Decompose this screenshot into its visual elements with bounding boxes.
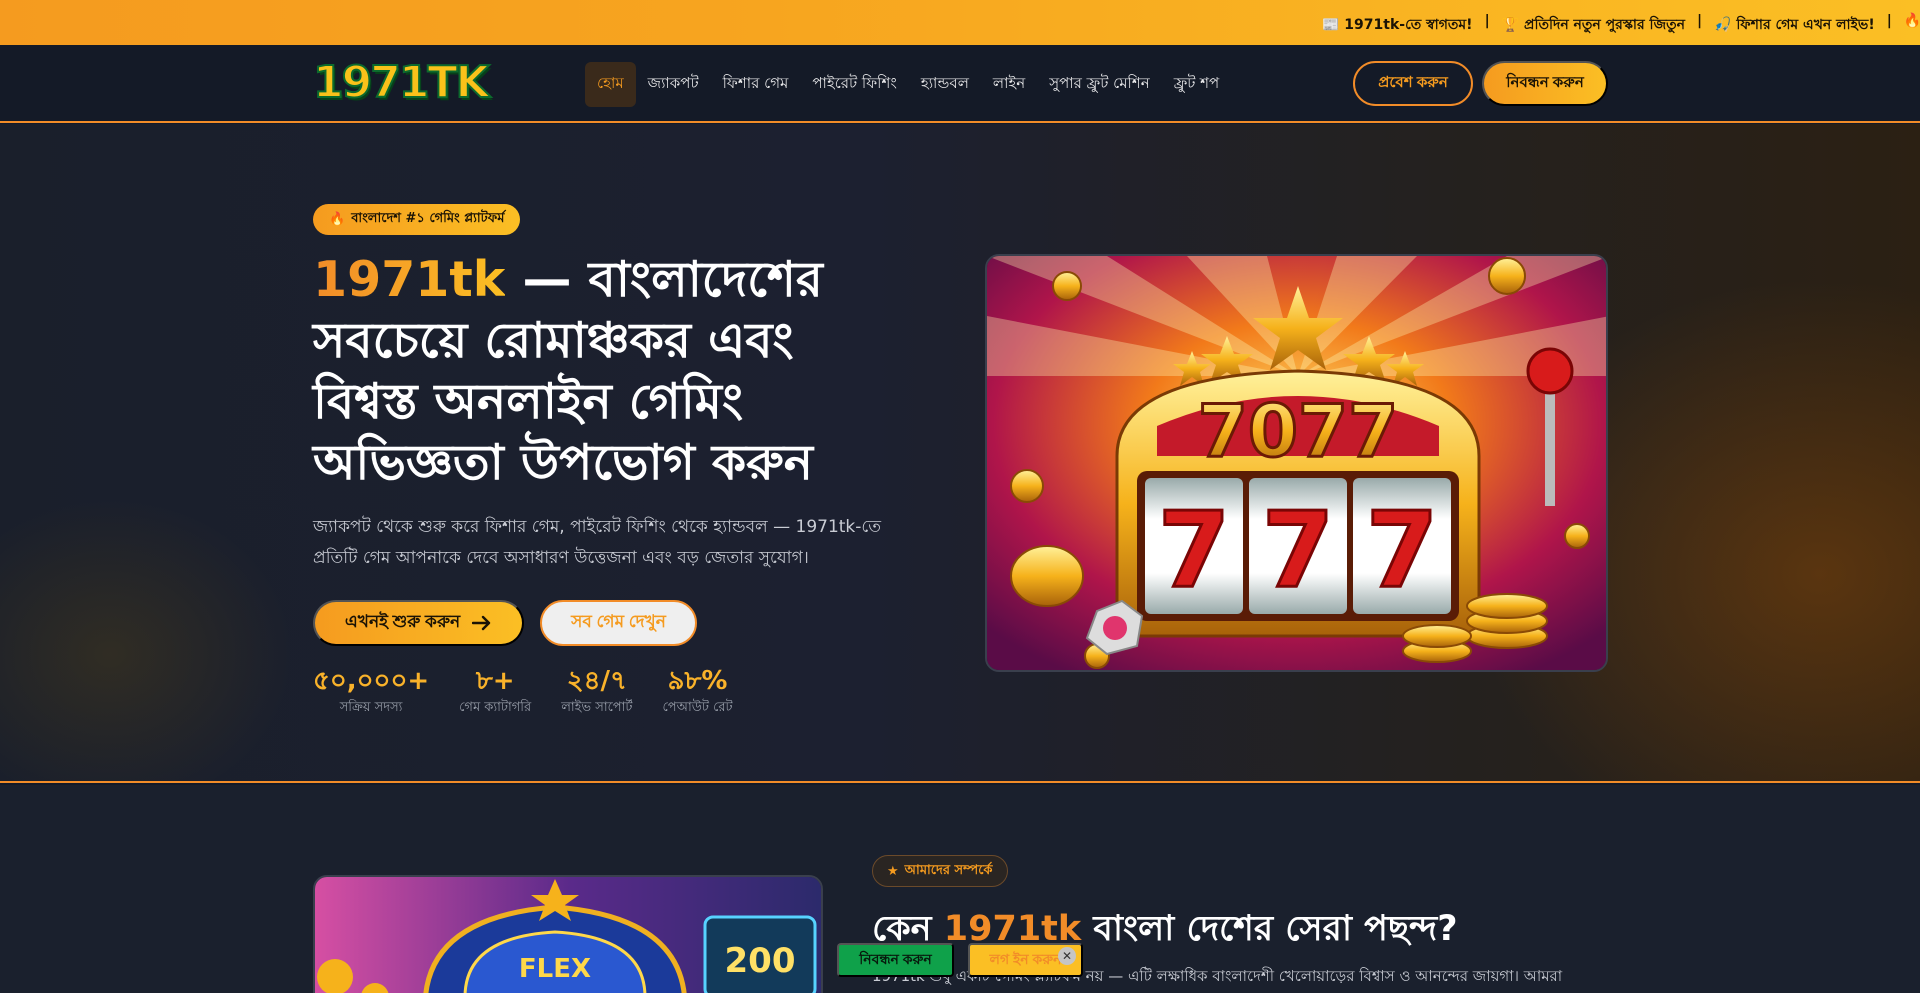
stat-members: ৫০,০০০+ সক্রিয় সদস্য xyxy=(313,666,429,719)
about-title-post: বাংলা দেশের সেরা পছন্দ? xyxy=(1081,909,1458,949)
start-now-label: এখনই শুরু করুন xyxy=(344,612,461,631)
hero-title-accent: 1971tk xyxy=(313,251,506,308)
hero-description: জ্যাকপট থেকে শুরু করে ফিশার গেম, পাইরেট … xyxy=(313,517,882,568)
ticker-item: 📰 1971tk-তে স্বাগতম! xyxy=(1322,17,1473,33)
stat-support: ২৪/৭ লাইভ সাপোর্ট xyxy=(561,666,632,719)
nav-handball[interactable]: হ্যান্ডবল xyxy=(909,62,981,107)
nav-jackpot[interactable]: জ্যাকপট xyxy=(636,62,711,107)
login-button[interactable]: প্রবেশ করুন xyxy=(1353,61,1473,106)
site-header: 1971TK হোম জ্যাকপট ফিশার গেম পাইরেট ফিশি… xyxy=(0,45,1920,123)
ticker-separator: | xyxy=(1696,13,1703,29)
announcement-ticker: 📰 1971tk-তে স্বাগতম! | 🏆 প্রতিদিন নতুন প… xyxy=(0,0,1920,45)
stat-value: ৯৮% xyxy=(667,666,728,696)
ticker-item: 🎣 ফিশার গেম এখন লাইভ! xyxy=(1714,17,1875,33)
about-title: কেন 1971tk বাংলা দেশের সেরা পছন্দ? xyxy=(872,901,1458,960)
svg-text:FLEX: FLEX xyxy=(519,954,591,984)
slot-machine-image: 7077 7 7 7 xyxy=(985,254,1608,672)
floating-register-button[interactable]: নিবন্ধন করুন xyxy=(837,943,954,977)
ticker-separator: | xyxy=(1484,13,1490,29)
site-logo[interactable]: 1971TK xyxy=(312,57,491,109)
ticker-content: 📰 1971tk-তে স্বাগতম! | 🏆 প্রতিদিন নতুন প… xyxy=(1322,13,1920,37)
about-section: FLEX 200 ★ আমাদের সম্পর্কে কেন 1971tk বা… xyxy=(0,785,1920,993)
arrow-right-icon xyxy=(472,615,491,631)
reel-seven: 7 xyxy=(1158,489,1230,611)
register-button[interactable]: নিবন্ধন করুন xyxy=(1482,61,1608,106)
nav-pirate-fishing[interactable]: পাইরেট ফিশিং xyxy=(800,62,908,107)
stat-label: লাইভ সাপোর্ট xyxy=(561,700,633,715)
stat-categories: ৮+ গেম ক্যাটাগরি xyxy=(459,666,531,719)
stat-value: ৫০,০০০+ xyxy=(313,666,430,696)
slot-cabinet-number: 200 xyxy=(725,941,796,981)
stat-payout: ৯৮% পেআউট রেট xyxy=(662,666,732,719)
reel-seven: 7 xyxy=(1262,489,1334,611)
main-nav: হোম জ্যাকপট ফিশার গেম পাইরেট ফিশিং হ্যান… xyxy=(585,62,1231,107)
all-games-button[interactable]: সব গেম দেখুন xyxy=(540,600,697,646)
close-icon[interactable]: ✕ xyxy=(1058,947,1076,965)
ticker-item: 🏆 প্রতিদিন নতুন পুরস্কার জিতুন xyxy=(1501,17,1685,33)
hero-section: 🔥 বাংলাদেশ #১ গেমিং প্ল্যাটফর্ম 1971tk —… xyxy=(0,124,1920,783)
about-badge-label: আমাদের সম্পর্কে xyxy=(904,862,993,878)
slot-title-text: 7077 xyxy=(1198,389,1398,473)
start-now-button[interactable]: এখনই শুরু করুন xyxy=(313,600,524,646)
nav-super-fruit-machine[interactable]: সুপার ফ্রুট মেশিন xyxy=(1037,62,1161,107)
stat-value: ২৪/৭ xyxy=(566,666,627,696)
nav-fruit-shop[interactable]: ফ্রুট শপ xyxy=(1162,62,1232,107)
stat-label: পেআউট রেট xyxy=(662,700,733,715)
hero-badge: 🔥 বাংলাদেশ #১ গেমিং প্ল্যাটফর্ম xyxy=(313,204,521,235)
fire-icon: 🔥 xyxy=(329,212,346,227)
stat-value: ৮+ xyxy=(475,666,515,696)
hero-badge-label: বাংলাদেশ #১ গেমিং প্ল্যাটফর্ম xyxy=(351,211,505,226)
stat-label: সক্রিয় সদস্য xyxy=(339,700,403,715)
hero-stats: ৫০,০০০+ সক্রিয় সদস্য ৮+ গেম ক্যাটাগরি ২… xyxy=(313,666,763,719)
slot-machine-illustration: 7077 7 7 7 xyxy=(987,256,1606,670)
ticker-separator: | xyxy=(1886,13,1892,29)
ticker-item: 🔥 xyxy=(1903,13,1920,29)
hero-title: 1971tk — বাংলাদেশের সবচেয়ে রোমাঞ্চকর এব… xyxy=(313,249,893,493)
slot-cabinet-image: FLEX 200 xyxy=(313,875,823,993)
nav-fisher-game[interactable]: ফিশার গেম xyxy=(711,62,801,107)
slot-cabinet-illustration: FLEX 200 xyxy=(315,877,821,993)
nav-home[interactable]: হোম xyxy=(585,62,636,107)
reel-seven: 7 xyxy=(1366,489,1438,611)
stat-label: গেম ক্যাটাগরি xyxy=(459,700,532,715)
star-icon: ★ xyxy=(887,863,899,879)
about-badge: ★ আমাদের সম্পর্কে xyxy=(872,855,1008,887)
nav-line[interactable]: লাইন xyxy=(981,62,1037,107)
